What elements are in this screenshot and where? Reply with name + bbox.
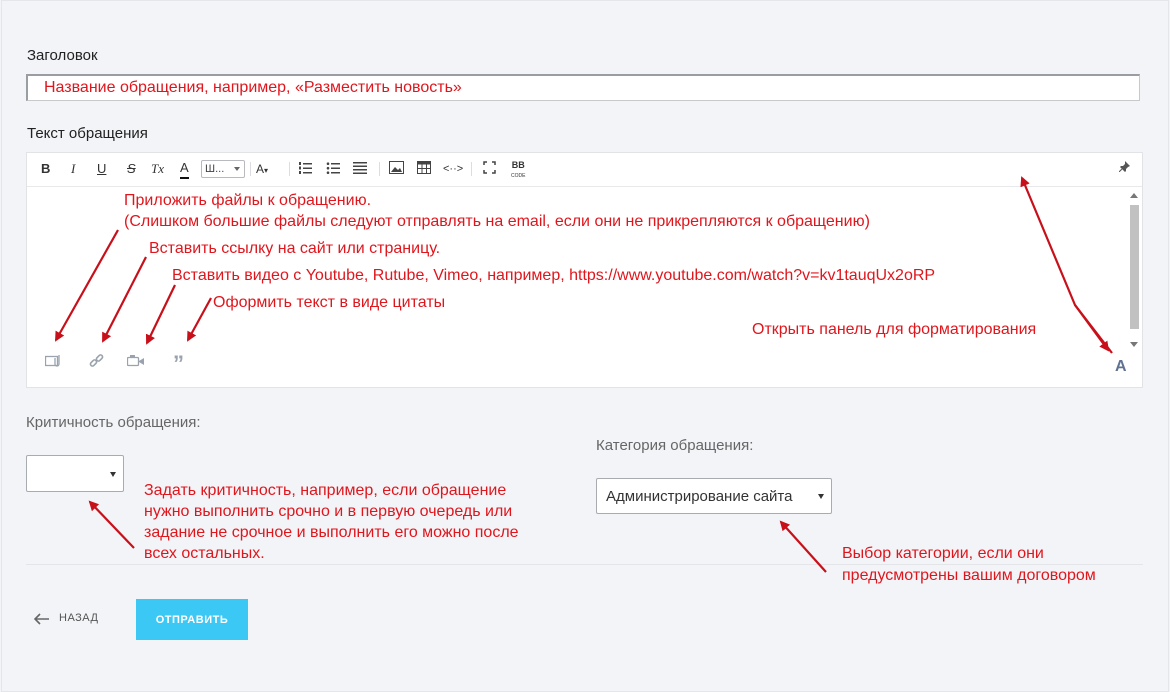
arrow-attach (55, 229, 119, 342)
arrow-category (779, 520, 827, 573)
arrow-format-up (1020, 176, 1113, 354)
arrow-link (102, 256, 147, 343)
annotation-arrows (55, 176, 1113, 573)
arrow-format-down (1074, 304, 1110, 352)
arrow-video (145, 284, 176, 345)
arrow-quote (187, 297, 212, 342)
arrow-criticality (88, 500, 135, 549)
